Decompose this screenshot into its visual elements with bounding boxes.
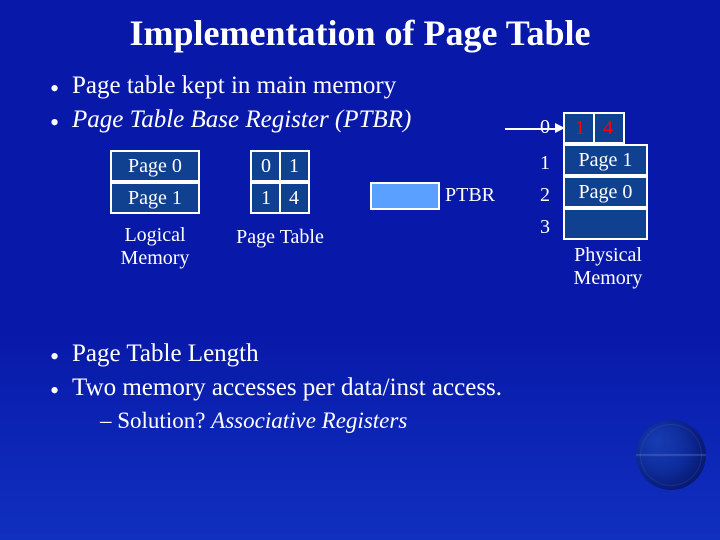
bullet-3-text: Page Table Length — [72, 340, 259, 367]
pt-row-1-frame: 4 — [281, 184, 307, 212]
sub-bullet: – Solution? Associative Registers — [0, 408, 720, 434]
sub-bullet-text: Associative Registers — [211, 408, 407, 433]
paging-diagram: Page 0 Page 1 LogicalMemory 01 14 Page T… — [0, 140, 720, 340]
bullet-4: Two memory accesses per data/inst access… — [50, 374, 690, 402]
ptbr-box — [370, 182, 440, 210]
phys-idx-2: 2 — [540, 184, 550, 207]
arrow-head-icon — [555, 123, 565, 133]
pt-row-1: 14 — [250, 182, 310, 214]
arrow-line — [505, 128, 557, 130]
logical-memory-label: LogicalMemory — [110, 224, 200, 270]
bullet-1-text: Page table kept in main memory — [72, 72, 396, 99]
phys-idx-3: 3 — [540, 216, 550, 239]
phys-idx-1: 1 — [540, 152, 550, 175]
pt-row-0: 01 — [250, 150, 310, 182]
phys-ptr-a: 1 — [567, 114, 595, 142]
bottom-bullet-list: Page Table Length Two memory accesses pe… — [0, 340, 720, 402]
bullet-4-text: Two memory accesses per data/inst access… — [72, 374, 502, 401]
pt-row-1-valid: 1 — [253, 184, 281, 212]
logical-page-1: Page 1 — [110, 182, 200, 214]
phys-frame-1: Page 1 — [563, 144, 648, 176]
sub-bullet-dash: – Solution? — [100, 408, 211, 433]
physical-memory-label: PhysicalMemory — [563, 244, 653, 290]
bullet-3: Page Table Length — [50, 340, 690, 368]
phys-frame-3 — [563, 208, 648, 240]
bullet-1: Page table kept in main memory — [50, 72, 690, 100]
phys-ptr-b: 4 — [595, 114, 621, 142]
phys-ptr-row: 14 — [563, 112, 625, 144]
ptbr-label: PTBR — [445, 184, 495, 207]
logical-page-0: Page 0 — [110, 150, 200, 182]
page-table-label: Page Table — [225, 226, 335, 249]
bullet-2-text: Page Table Base Register (PTBR) — [72, 106, 411, 133]
pt-row-0-frame: 1 — [281, 152, 307, 180]
pt-row-0-valid: 0 — [253, 152, 281, 180]
phys-frame-2: Page 0 — [563, 176, 648, 208]
slide-title: Implementation of Page Table — [0, 0, 720, 54]
globe-icon — [636, 420, 706, 490]
